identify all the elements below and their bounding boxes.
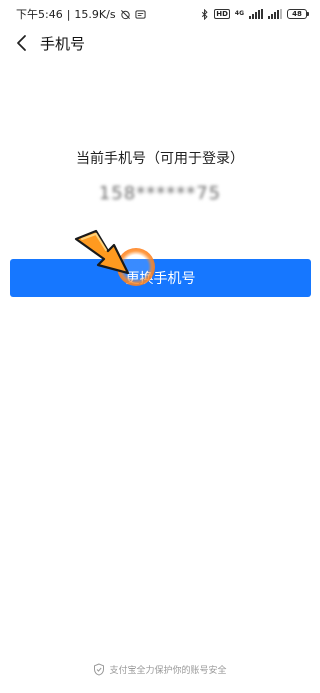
status-separator: |	[66, 7, 71, 21]
status-bar-left: 下午5:46 | 15.9K/s	[16, 6, 146, 22]
signal-icon	[249, 9, 263, 19]
current-phone-number: 158******75	[98, 183, 222, 204]
current-phone-label: 当前手机号（可用于登录）	[76, 151, 244, 167]
alarm-off-icon	[120, 9, 131, 20]
back-button[interactable]	[8, 28, 36, 58]
battery-indicator: 48	[287, 9, 309, 19]
status-network-speed: 15.9K/s	[74, 7, 116, 21]
security-footer: 支付宝全力保护你的账号安全	[0, 663, 320, 676]
bluetooth-icon	[201, 8, 209, 20]
status-bar-right: HD 4G 48	[201, 8, 309, 20]
nav-bar: 手机号	[0, 28, 320, 58]
signal-2-icon	[268, 9, 282, 19]
footer-text: 支付宝全力保护你的账号安全	[109, 666, 227, 676]
status-time: 下午5:46	[16, 8, 63, 21]
network-type-label: 4G	[234, 10, 244, 17]
change-phone-button[interactable]: 更换手机号	[10, 259, 311, 297]
battery-level: 48	[292, 10, 302, 18]
page-title: 手机号	[40, 34, 86, 53]
hd-badge: HD	[214, 9, 230, 19]
status-bar: 下午5:46 | 15.9K/s HD 4G 48	[0, 0, 320, 28]
notification-icon	[134, 9, 146, 20]
shield-icon	[94, 663, 105, 676]
chevron-left-icon	[17, 35, 26, 51]
